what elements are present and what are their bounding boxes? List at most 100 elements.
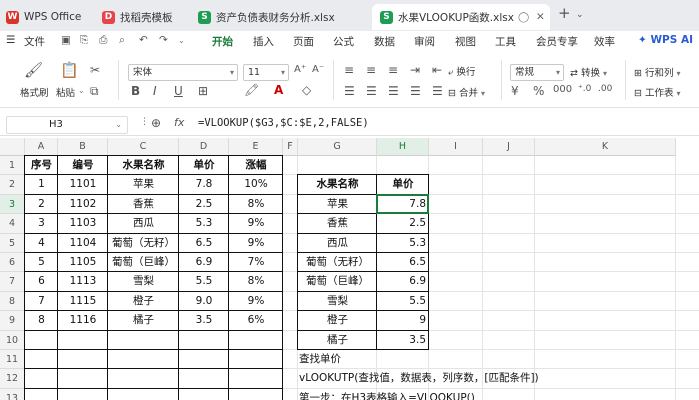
table2-fruit-cell[interactable]: 西瓜 (298, 234, 377, 253)
align-center-icon[interactable]: ☰ (366, 84, 377, 98)
column-header-j[interactable]: J (483, 138, 535, 156)
menu-tools[interactable]: 工具 (495, 34, 516, 49)
paste-label[interactable]: 粘贴 (56, 85, 75, 99)
table1-cell[interactable]: 2 (25, 195, 58, 214)
formula-input[interactable]: =VLOOKUP($G3,$C:$E,2,FALSE) (198, 117, 369, 129)
name-box[interactable]: H3 ⌄ (6, 116, 128, 134)
format-painter-icon[interactable]: 🖌 (24, 61, 43, 79)
selected-cell-h3[interactable] (376, 193, 429, 215)
undo-icon[interactable]: ↶ (139, 34, 148, 46)
table2-fruit-cell[interactable]: 橙子 (298, 311, 377, 330)
table1-cell[interactable]: 1113 (58, 272, 108, 291)
row-header-6[interactable]: 6 (0, 253, 25, 273)
table1-cell[interactable]: 葡萄（巨峰） (108, 253, 179, 272)
cut-icon[interactable]: ✂ (90, 63, 100, 77)
row-header-9[interactable]: 9 (0, 311, 25, 331)
copy-icon[interactable]: ⧉ (90, 84, 99, 99)
increase-decimal-icon[interactable]: ⁺.0 (578, 84, 591, 94)
row-header-11[interactable]: 11 (0, 350, 25, 370)
table1-cell[interactable]: 8% (229, 195, 283, 214)
close-icon[interactable]: ✕ (536, 11, 545, 23)
spreadsheet-grid[interactable]: A B C D E F G H I J K 1 2 3 4 5 6 7 8 9 10 11 12 13 序号 编号 水果名称 单价 涨幅… (0, 138, 699, 400)
table1-cell[interactable]: 橙子 (108, 292, 179, 311)
table1-cell[interactable]: 雪梨 (108, 272, 179, 291)
font-grow-icon[interactable]: A⁺ (294, 64, 306, 75)
column-header-g[interactable]: G (298, 138, 377, 156)
table1-cell[interactable]: 5 (25, 253, 58, 272)
tab-wps-office[interactable]: W WPS Office (6, 4, 81, 30)
align-top-icon[interactable]: ≡ (344, 63, 354, 77)
table2-fruit-cell[interactable]: 葡萄（巨峰） (298, 272, 377, 291)
table1-cell[interactable]: 1101 (58, 175, 108, 194)
column-header-f[interactable]: F (283, 138, 298, 156)
menu-formula[interactable]: 公式 (333, 34, 354, 49)
table1-cell[interactable]: 3 (25, 214, 58, 233)
table1-cell[interactable]: 8% (229, 272, 283, 291)
column-header-i[interactable]: I (429, 138, 483, 156)
wps-ai-button[interactable]: ✦ WPS AI (638, 34, 693, 46)
table1-cell[interactable]: 9% (229, 234, 283, 253)
row-header-10[interactable]: 10 (0, 330, 25, 350)
chevron-down-icon[interactable]: ⌄ (576, 10, 584, 20)
menu-page[interactable]: 页面 (293, 34, 314, 49)
table1-cell[interactable]: 1 (25, 175, 58, 194)
table1-cell[interactable]: 6.9 (179, 253, 229, 272)
table1-cell[interactable]: 苹果 (108, 175, 179, 194)
table2-price-cell[interactable]: 5.3 (377, 234, 429, 253)
table2-price-cell[interactable]: 9 (377, 311, 429, 330)
currency-icon[interactable]: ¥ (511, 84, 519, 98)
column-header-c[interactable]: C (108, 138, 179, 156)
table2-fruit-cell[interactable]: 雪梨 (298, 292, 377, 311)
column-header-h[interactable]: H (377, 138, 429, 156)
table1-cell[interactable]: 9.0 (179, 292, 229, 311)
table2-fruit-cell[interactable]: 香蕉 (298, 214, 377, 233)
align-left-icon[interactable]: ☰ (344, 84, 355, 98)
table1-cell[interactable]: 9% (229, 292, 283, 311)
column-header-a[interactable]: A (25, 138, 58, 156)
table1-cell[interactable]: 西瓜 (108, 214, 179, 233)
table1-cell[interactable]: 橘子 (108, 311, 179, 330)
wrap-text-button[interactable]: ⤶ 换行 (448, 64, 475, 78)
menu-icon[interactable]: ☰ (6, 34, 15, 46)
menu-member[interactable]: 会员专享 (536, 34, 578, 49)
chevron-down-icon[interactable]: ⌄ (178, 36, 185, 45)
table1-cell[interactable]: 8 (25, 311, 58, 330)
select-all-corner[interactable] (0, 138, 25, 156)
table1-cell[interactable]: 1105 (58, 253, 108, 272)
tab-docer[interactable]: D 找稻壳模板 (102, 4, 173, 30)
distribute-icon[interactable]: ☰ (432, 84, 443, 98)
table1-cell[interactable]: 2.5 (179, 195, 229, 214)
row-header-4[interactable]: 4 (0, 214, 25, 234)
table1-cell[interactable]: 9% (229, 214, 283, 233)
indent-icon[interactable]: ⇥ (410, 63, 420, 77)
chevron-down-icon[interactable]: ⌄ (78, 86, 85, 95)
menu-home[interactable]: 开始 (212, 34, 233, 49)
align-right-icon[interactable]: ☰ (388, 84, 399, 98)
row-header-8[interactable]: 8 (0, 291, 25, 312)
font-color-icon[interactable]: A (274, 83, 283, 97)
table1-cell[interactable]: 1116 (58, 311, 108, 330)
row-header-3[interactable]: 3 (0, 194, 25, 215)
convert-button[interactable]: ⇄ 转换 ▾ (570, 65, 607, 79)
row-header-13[interactable]: 13 (0, 388, 25, 400)
redo-icon[interactable]: ↷ (159, 34, 168, 46)
table2-price-cell[interactable]: 6.9 (377, 272, 429, 291)
table1-cell[interactable]: 6% (229, 311, 283, 330)
border-icon[interactable]: ⊞ (198, 84, 208, 98)
row-header-5[interactable]: 5 (0, 233, 25, 253)
table1-cell[interactable]: 7.8 (179, 175, 229, 194)
table2-fruit-cell[interactable]: 葡萄（无籽） (298, 253, 377, 272)
column-header-k[interactable]: K (535, 138, 676, 156)
table2-fruit-cell[interactable]: 苹果 (298, 195, 377, 214)
menu-data[interactable]: 数据 (374, 34, 395, 49)
table1-cell[interactable]: 3.5 (179, 311, 229, 330)
table2-price-cell[interactable]: 2.5 (377, 214, 429, 233)
column-header-d[interactable]: D (179, 138, 229, 156)
underline-icon[interactable]: U (174, 84, 183, 98)
worksheet-button[interactable]: ⊟ 工作表 ▾ (634, 85, 681, 99)
fill-color-icon[interactable]: 🖍 (244, 83, 259, 97)
percent-icon[interactable]: % (533, 84, 544, 98)
table1-cell[interactable]: 6 (25, 272, 58, 291)
row-header-1[interactable]: 1 (0, 156, 25, 176)
table2-fruit-cell[interactable]: 橘子 (298, 331, 377, 350)
